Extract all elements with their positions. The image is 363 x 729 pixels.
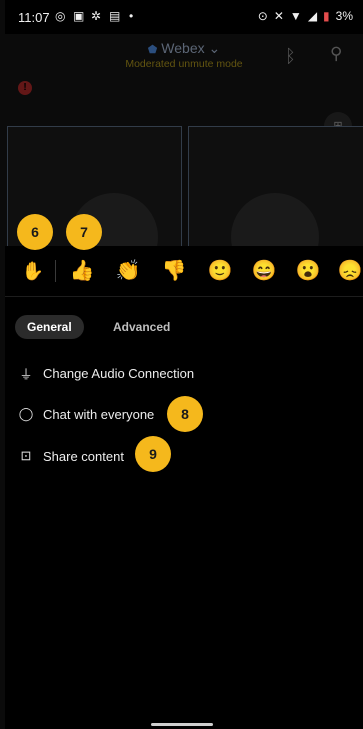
chevron-down-icon: ⌄ [204,40,221,56]
annotation-badge-6: 6 [17,214,53,250]
status-time: 11:07 [18,10,50,25]
tab-advanced[interactable]: Advanced [101,315,182,339]
divider [55,260,56,282]
share-icon: ⊡ [20,448,32,463]
status-right: ⊙ ✕ ▼ ◢ ▮ 3% [258,9,353,23]
tab-general[interactable]: General [15,315,84,339]
battery-icon: ▮ [323,9,330,23]
reactions-row: ✋ 👍 👏 👎 🙂 😄 😮 😞 [5,246,363,297]
clap-reaction[interactable]: 👏 [115,258,141,284]
smile-reaction[interactable]: 🙂 [207,258,233,284]
share-content-item[interactable]: ⊡ Share content [18,445,124,467]
whatsapp-icon: ◎ [55,9,66,23]
app-icon: ▤ [109,9,121,23]
instagram-icon: ▣ [73,9,85,23]
laugh-reaction[interactable]: 😄 [251,258,277,284]
chat-label: Chat with everyone [43,406,155,422]
video-tile [188,126,363,281]
battery-percent: 3% [335,9,353,23]
thumbs-up-reaction[interactable]: 👍 [69,258,95,284]
app-title: Webex [161,40,205,56]
status-bar: 11:07 ◎ ▣ ✲ ▤ • ⊙ ✕ ▼ ◢ ▮ 3% [5,0,363,34]
wifi-icon: ▼ [289,9,302,23]
participants-icon[interactable]: ⚲ [330,44,342,64]
change-audio-label: Change Audio Connection [43,365,195,381]
annotation-badge-9: 9 [135,436,171,472]
chat-item[interactable]: ◯ Chat with everyone [18,403,155,425]
alert-icon[interactable]: ! [18,81,32,95]
meeting-mode: Moderated unmute mode [125,58,243,70]
settings-icon: ✲ [91,9,102,23]
bluetooth-icon[interactable]: ᛒ [285,46,296,67]
audio-connection-icon: ⏚ [19,366,33,382]
home-indicator[interactable] [151,723,213,726]
surprised-reaction[interactable]: 😮 [295,258,321,284]
annotation-badge-7: 7 [66,214,102,250]
mute-icon: ✕ [273,9,284,23]
app-frame: 11:07 ◎ ▣ ✲ ▤ • ⊙ ✕ ▼ ◢ ▮ 3% ⬟ Webex ⌄ Mo… [5,0,363,729]
raise-hand-button[interactable]: ✋ [20,258,46,284]
sad-reaction[interactable]: 😞 [337,258,363,284]
meeting-background: ⬟Webex ⌄ Moderated unmute mode ᛒ ⚲ ! ⊞ [5,34,363,281]
thumbs-down-reaction[interactable]: 👎 [161,258,187,284]
shield-icon: ⬟ [147,44,158,56]
meeting-title[interactable]: ⬟ Webex ⌄ [5,40,363,57]
chat-icon: ◯ [18,406,34,421]
alarm-icon: ⊙ [257,9,268,23]
signal-icon: ◢ [307,9,318,23]
annotation-badge-8: 8 [167,396,203,432]
change-audio-item[interactable]: ⏚ Change Audio Connection [18,362,194,384]
dot-icon: • [129,9,134,23]
share-label: Share content [43,448,124,464]
more-options-sheet: ✋ 👍 👏 👎 🙂 😄 😮 😞 General Advanced ⏚ Chang… [5,246,363,729]
